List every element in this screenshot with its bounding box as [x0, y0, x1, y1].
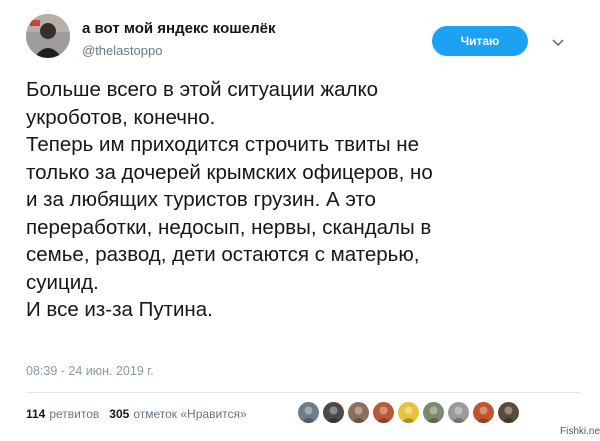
tweet-text-line: укроботов, конечно. [26, 105, 216, 129]
tweet-text-line: только за дочерей крымских офицеров, но [26, 160, 433, 184]
tweet-text-line: и за любящих туристов грузин. А это [26, 188, 376, 211]
liker-avatar-1[interactable] [298, 402, 319, 423]
liker-avatar-9[interactable] [498, 402, 519, 423]
tweet-card: а вот мой яндекс кошелёк @thelastoppo Чи… [0, 0, 600, 441]
tweet-stats: 114 ретвитов 305 отметок «Нравится» [26, 404, 257, 424]
liker-avatar-3[interactable] [348, 402, 369, 423]
liker-avatar-8[interactable] [473, 402, 494, 423]
liker-avatar-6[interactable] [423, 402, 444, 423]
author-display-name[interactable]: а вот мой яндекс кошелёк [82, 20, 275, 37]
tweet-text-line: семье, развод, дети остаются с матерью, [26, 243, 420, 266]
tweet-header: а вот мой яндекс кошелёк @thelastoppo Чи… [26, 12, 586, 64]
liker-avatar-2[interactable] [323, 402, 344, 423]
likes-count: 305 [109, 407, 130, 421]
watermark: Fishki.net [560, 426, 600, 437]
tweet-text-line: суицид. [26, 270, 99, 294]
tweet-text-line: Теперь им приходится строчить твиты не [26, 133, 419, 156]
follow-button[interactable]: Читаю [432, 26, 528, 56]
likes-stat[interactable]: 305 отметок «Нравится» [109, 407, 256, 421]
liker-avatar-4[interactable] [373, 402, 394, 423]
retweets-count: 114 [26, 407, 46, 421]
tweet-text-line: И все из-за Путина. [26, 298, 213, 321]
likes-label: отметок «Нравится» [133, 407, 247, 421]
chevron-down-icon[interactable] [550, 34, 566, 50]
retweets-stat[interactable]: 114 ретвитов [26, 407, 109, 421]
retweets-label: ретвитов [49, 407, 100, 421]
likers-avatars [298, 402, 523, 424]
tweet-text-line: переработки, недосып, нервы, скандалы в [26, 215, 432, 239]
divider [26, 392, 581, 393]
liker-avatar-7[interactable] [448, 402, 469, 423]
tweet-timestamp[interactable]: 08:39 - 24 июн. 2019 г. [26, 364, 154, 378]
author-handle[interactable]: @thelastoppo [82, 43, 162, 58]
tweet-text-line: Больше всего в этой ситуации жалко [26, 78, 379, 101]
user-avatar-icon[interactable] [26, 14, 70, 58]
tweet-text: Больше всего в этой ситуации жалко укроб… [26, 76, 581, 324]
liker-avatar-5[interactable] [398, 402, 419, 423]
